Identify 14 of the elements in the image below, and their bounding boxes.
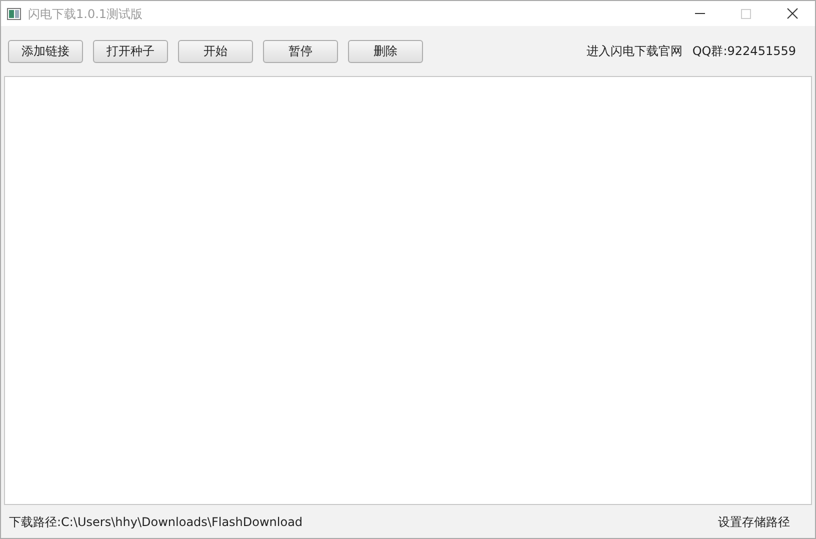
toolbar-button[interactable]: 开始 [178, 40, 253, 62]
minimize-icon [695, 13, 705, 14]
toolbar-button[interactable]: 打开种子 [93, 40, 168, 62]
close-icon [786, 8, 798, 19]
toolbar-button[interactable]: 删除 [348, 40, 423, 62]
maximize-icon [741, 8, 751, 18]
header-link[interactable]: QQ群:922451559 [692, 42, 796, 60]
download-path: 下载路径:C:\Users\hhy\Downloads\FlashDownload [9, 514, 303, 530]
toolbar-button[interactable]: 暂停 [263, 40, 338, 62]
toolbar-button[interactable]: 添加链接 [8, 40, 83, 62]
app-icon [7, 8, 21, 20]
set-path-link[interactable]: 设置存储路径 [718, 512, 790, 530]
header-link[interactable]: 进入闪电下载官网 [586, 42, 682, 60]
window-title: 闪电下载1.0.1测试版 [28, 6, 143, 22]
